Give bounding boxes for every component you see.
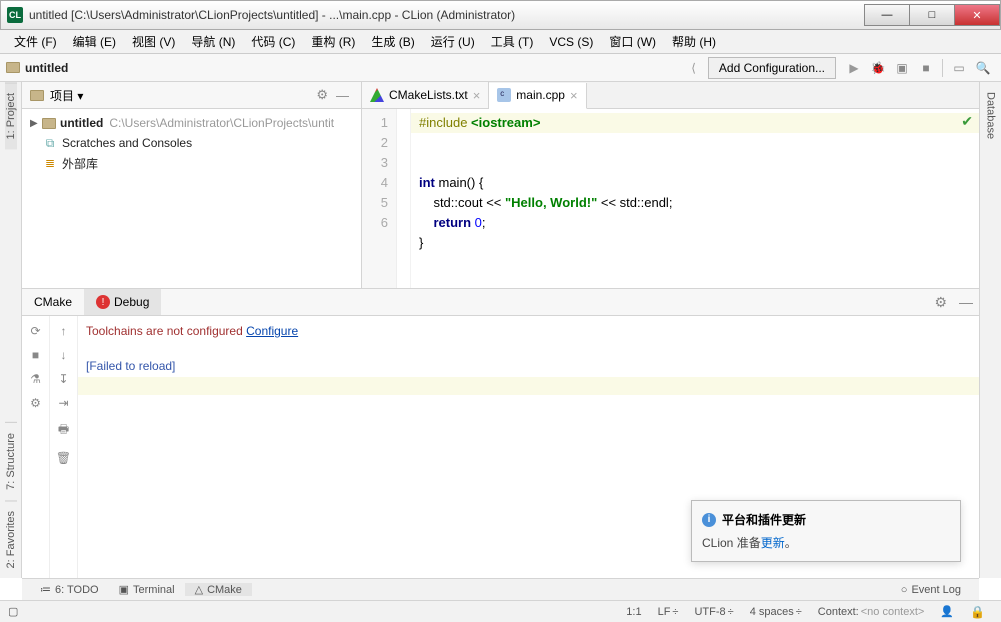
left-tool-gutter: 1: Project 7: Structure 2: Favorites [0,82,22,578]
search-everywhere-button[interactable]: 🔍 [973,58,993,78]
menu-vcs[interactable]: VCS (S) [543,33,599,51]
scratch-icon: ⧉ [42,136,58,150]
menu-view[interactable]: 视图 (V) [126,31,181,52]
status-lock-icon[interactable]: 🔒 [962,605,993,619]
bottom-tool-tabs: ≔ 6: TODO ▣ Terminal △ CMake ○ Event Log [22,578,979,600]
inspection-ok-icon[interactable]: ✔ [961,113,973,130]
status-bar: ▢ 1:1 LF ÷ UTF-8 ÷ 4 spaces ÷ Context: <… [0,600,1001,622]
tool-tab-todo[interactable]: ≔ 6: TODO [30,583,109,596]
menu-code[interactable]: 代码 (C) [245,31,301,52]
run-button[interactable]: ▶ [844,58,864,78]
close-button[interactable]: ✕ [954,4,1000,26]
tool-tab-terminal[interactable]: ▣ Terminal [109,583,185,596]
app-icon: CL [7,7,23,23]
status-line-ending[interactable]: LF ÷ [650,606,687,618]
tool-tab-cmake[interactable]: △ CMake [185,583,252,596]
gear-icon[interactable]: ⚙ [928,294,953,311]
tool-tab-structure[interactable]: 7: Structure [5,422,17,500]
close-tab-icon[interactable]: × [570,88,578,103]
hide-panel-button[interactable]: — [953,294,979,310]
folder-icon [42,118,56,129]
status-hide-icon[interactable]: ▢ [8,605,18,618]
menu-run[interactable]: 运行 (U) [425,31,481,52]
close-tab-icon[interactable]: × [473,88,481,103]
libraries-icon: ≣ [42,156,58,170]
menu-refactor[interactable]: 重构 (R) [305,31,361,52]
tab-cmakelists[interactable]: CMakeLists.txt × [362,82,489,108]
configure-link[interactable]: Configure [246,324,298,338]
update-notification[interactable]: i平台和插件更新 CLion 准备更新。 [691,500,961,562]
menu-file[interactable]: 文件 (F) [8,31,63,52]
menu-build[interactable]: 生成 (B) [365,31,420,52]
trash-icon[interactable]: 🗑 [56,451,71,465]
tool-tab-project[interactable]: 1: Project [5,82,17,149]
editor-tabs: CMakeLists.txt × main.cpp × [362,82,979,109]
info-icon: i [702,513,716,527]
cmake-toolbar-2: ↑ ↓ ↧ ⇥ 🖶 🗑 [50,316,78,578]
popup-title: 平台和插件更新 [722,511,806,528]
error-icon: ! [96,295,110,309]
project-folder-icon [6,62,20,73]
gear-icon[interactable]: ⚙ [30,396,41,410]
menu-tools[interactable]: 工具 (T) [485,31,540,52]
project-panel-icon [30,90,44,101]
cmake-tab-debug[interactable]: !Debug [84,289,161,315]
maximize-button[interactable]: □ [909,4,955,26]
breadcrumb-project[interactable]: untitled [25,61,68,75]
layout-button[interactable]: ▭ [949,58,969,78]
tool-tab-database[interactable]: Database [985,82,997,149]
status-context[interactable]: Context: <no context> [810,606,933,618]
tree-item-external[interactable]: ≣ 外部库 [22,153,361,173]
nav-back-icon[interactable]: ⟨ [685,61,702,75]
main-menu: 文件 (F) 编辑 (E) 视图 (V) 导航 (N) 代码 (C) 重构 (R… [0,30,1001,54]
tool-tab-eventlog[interactable]: ○ Event Log [891,584,971,596]
wrap-icon[interactable]: ↧ [58,372,68,386]
stop-icon[interactable]: ■ [32,348,39,362]
coverage-button[interactable]: ▣ [892,58,912,78]
hide-panel-button[interactable]: — [332,88,353,103]
menu-navigate[interactable]: 导航 (N) [185,31,241,52]
minimize-button[interactable]: — [864,4,910,26]
cmake-icon [370,88,384,102]
tree-item-project[interactable]: ▶ untitled C:\Users\Administrator\CLionP… [22,113,361,133]
print-icon[interactable]: 🖶 [58,420,69,441]
status-inspector-icon[interactable]: 👤 [932,605,962,618]
tab-main-cpp[interactable]: main.cpp × [489,83,586,109]
scroll-icon[interactable]: ⇥ [58,396,68,410]
window-title: untitled [C:\Users\Administrator\CLionPr… [29,8,865,22]
stop-button[interactable]: ■ [916,58,936,78]
right-tool-gutter: Database [979,82,1001,578]
cmake-tab-cmake[interactable]: CMake [22,289,84,315]
cpp-icon [497,88,511,102]
cmake-toolbar-1: ⟳ ■ ⚗ ⚙ [22,316,50,578]
menu-window[interactable]: 窗口 (W) [603,31,662,52]
project-panel-title: 项目 ▾ [50,87,312,104]
gear-icon[interactable]: ⚙ [312,87,332,103]
tool-tab-favorites[interactable]: 2: Favorites [5,500,17,578]
tree-item-scratches[interactable]: ⧉ Scratches and Consoles [22,133,361,153]
filter-icon[interactable]: ⚗ [30,372,41,386]
menu-edit[interactable]: 编辑 (E) [67,31,122,52]
down-icon[interactable]: ↓ [61,348,67,362]
status-encoding[interactable]: UTF-8 ÷ [686,606,741,618]
status-position[interactable]: 1:1 [618,606,649,618]
up-icon[interactable]: ↑ [61,324,67,338]
update-link[interactable]: 更新 [761,536,785,550]
menu-help[interactable]: 帮助 (H) [666,31,722,52]
add-configuration-button[interactable]: Add Configuration... [708,57,836,79]
navigation-bar: untitled ⟨ Add Configuration... ▶ 🐞 ▣ ■ … [0,54,1001,82]
window-titlebar: CL untitled [C:\Users\Administrator\CLio… [0,0,1001,30]
status-indent[interactable]: 4 spaces ÷ [742,606,810,618]
debug-button[interactable]: 🐞 [868,58,888,78]
refresh-icon[interactable]: ⟳ [30,324,40,338]
